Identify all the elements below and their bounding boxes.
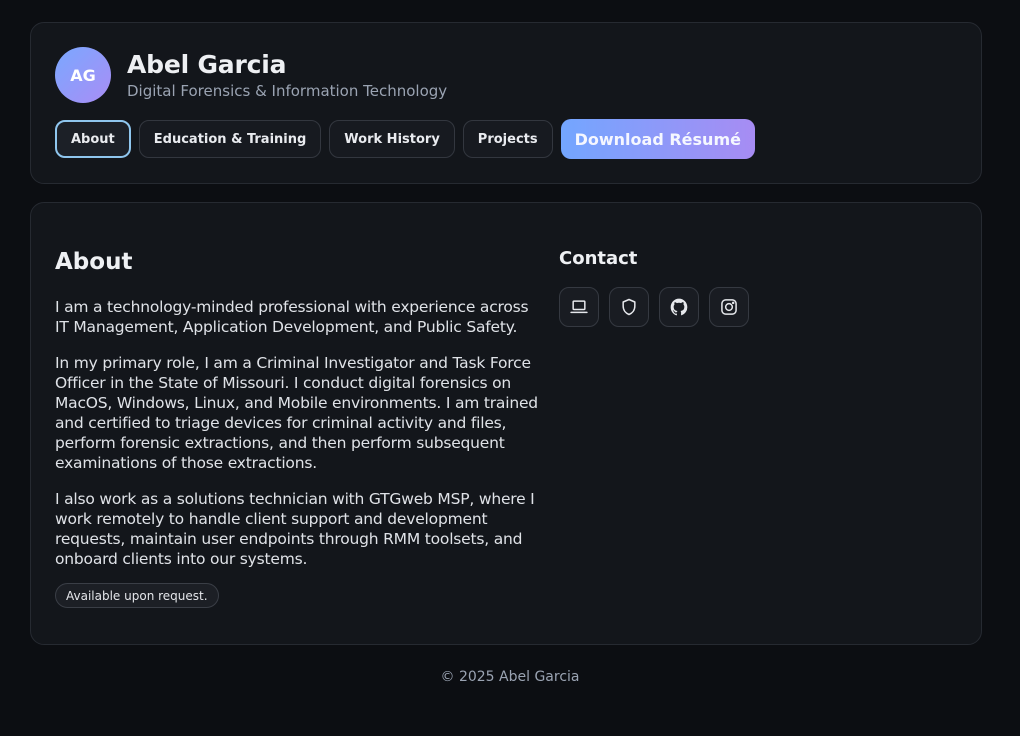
availability-badge: Available upon request. (55, 583, 219, 608)
contact-heading: Contact (559, 248, 638, 269)
nav-about-button[interactable]: About (55, 120, 131, 158)
laptop-icon[interactable] (559, 287, 599, 327)
nav-projects-button[interactable]: Projects (462, 120, 553, 158)
contact-icons (559, 287, 759, 327)
header-card: AG Abel Garcia Digital Forensics & Infor… (30, 22, 982, 184)
shield-icon[interactable] (609, 287, 649, 327)
footer-copyright: © 2025 Abel Garcia (440, 669, 580, 685)
about-paragraph: In my primary role, I am a Criminal Inve… (55, 354, 538, 472)
github-icon[interactable] (659, 287, 699, 327)
nav-bar: About Education & Training Work History … (55, 119, 755, 159)
about-paragraph: I also work as a solutions technician wi… (55, 490, 535, 568)
download-resume-button[interactable]: Download Résumé (560, 119, 755, 159)
avatar-initials: AG (70, 65, 96, 85)
profile-name: Abel Garcia (127, 50, 287, 79)
main-card: About I am a technology-minded professio… (30, 202, 982, 645)
profile-subtitle: Digital Forensics & Information Technolo… (127, 82, 448, 100)
nav-education-button[interactable]: Education & Training (138, 120, 322, 158)
about-paragraph: I am a technology-minded professional wi… (55, 298, 529, 336)
nav-work-history-button[interactable]: Work History (329, 120, 455, 158)
avatar: AG (55, 47, 111, 103)
instagram-icon[interactable] (709, 287, 749, 327)
about-heading: About (55, 249, 133, 275)
